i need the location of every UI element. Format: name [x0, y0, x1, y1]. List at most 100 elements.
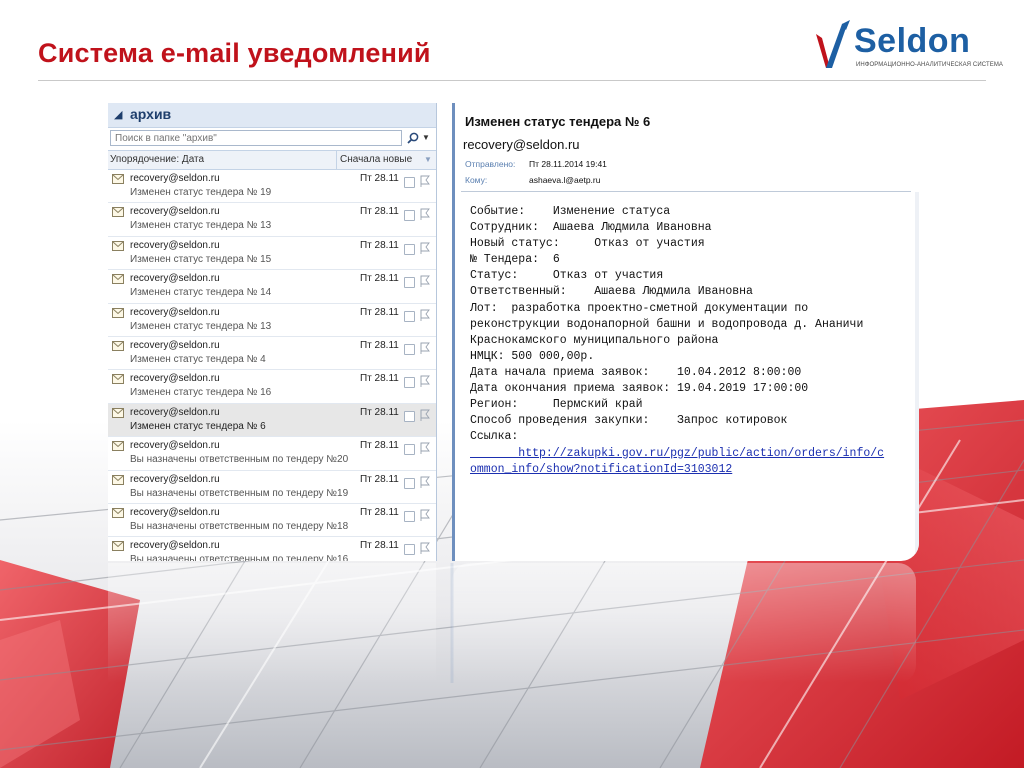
category-checkbox[interactable] — [404, 444, 415, 456]
category-checkbox[interactable] — [404, 243, 415, 255]
category-checkbox[interactable] — [404, 277, 415, 289]
category-checkbox[interactable] — [404, 510, 415, 522]
flag-icon[interactable] — [420, 175, 430, 187]
envelope-icon — [112, 374, 124, 385]
message-subject: Вы назначены ответственным по тендеру №1… — [130, 520, 349, 532]
flag-icon[interactable] — [420, 309, 430, 321]
logo-tagline: ИНФОРМАЦИОННО-АНАЛИТИЧЕСКАЯ СИСТЕМА — [856, 62, 1004, 68]
message-row[interactable]: recovery@seldon.ru Пт 28.11 Вы назначены о… — [108, 537, 436, 561]
envelope-icon — [112, 307, 124, 318]
flag-icon[interactable] — [420, 509, 430, 521]
message-row[interactable]: recovery@seldon.ru Пт 28.11 Изменен статус… — [108, 337, 436, 371]
message-row[interactable]: recovery@seldon.ru Пт 28.11 Изменен статус… — [108, 370, 436, 404]
flag-icon[interactable] — [420, 442, 430, 455]
category-checkbox[interactable] — [404, 343, 415, 355]
message-subject: Изменен статус тендера № 16 — [130, 387, 272, 399]
body-line: Ссылка: — [470, 430, 519, 444]
category-checkbox[interactable] — [404, 310, 415, 322]
flag-icon[interactable] — [420, 275, 430, 288]
screenshot-reflection — [108, 563, 916, 683]
flag-icon[interactable] — [420, 342, 430, 354]
to-value[interactable]: ashaeva.l@aetp.ru — [529, 175, 600, 185]
flag-icon[interactable] — [420, 409, 430, 421]
category-checkbox[interactable] — [404, 210, 415, 222]
body-line: Дата окончания приема заявок: 19.04.2019… — [470, 382, 809, 396]
message-date: Пт 28.11 — [360, 440, 399, 452]
message-date: Пт 28.11 — [360, 306, 399, 318]
logo-mark-icon — [816, 20, 850, 68]
body-line: Новый статус: Отказ от участия — [470, 237, 705, 251]
body-line: № Тендера: 6 — [470, 253, 560, 267]
flag-icon[interactable] — [420, 242, 430, 254]
message-date: Пт 28.11 — [360, 339, 399, 351]
message-sender: recovery@seldon.ru — [130, 506, 220, 518]
envelope-icon — [112, 441, 124, 452]
category-checkbox[interactable] — [404, 410, 415, 422]
message-sender: recovery@seldon.ru — [130, 273, 220, 285]
message-sender: recovery@seldon.ru — [130, 173, 220, 184]
message-sender: recovery@seldon.ru — [130, 440, 220, 452]
message-sender: recovery@seldon.ru — [130, 540, 220, 552]
category-checkbox[interactable] — [404, 377, 415, 389]
search-icon[interactable] — [406, 131, 420, 145]
sort-bar: Упорядочение: Дата Сначала новые ▼ — [108, 151, 436, 170]
body-line: Событие: Изменение статуса — [470, 205, 671, 218]
slide-title: Система e-mail уведомлений — [38, 38, 431, 68]
folder-collapse-icon[interactable]: ◢ — [114, 108, 122, 121]
sent-label: Отправлено: — [465, 159, 516, 169]
message-row[interactable]: recovery@seldon.ru Пт 28.11 Изменен статус… — [108, 203, 436, 237]
flag-icon[interactable] — [420, 476, 430, 488]
envelope-icon — [112, 274, 124, 285]
search-input[interactable] — [110, 130, 402, 146]
flag-icon[interactable] — [420, 375, 430, 388]
message-body: Событие: Изменение статуса Сотрудник: Аша… — [470, 204, 863, 445]
reflection-shape — [108, 563, 916, 683]
message-subject: Изменен статус тендера № 6 — [465, 114, 651, 129]
message-sender: recovery@seldon.ru — [130, 473, 220, 485]
body-line: НМЦК: 500 000,00р. — [470, 349, 595, 363]
message-date: Пт 28.11 — [360, 406, 399, 418]
message-subject: Изменен статус тендера № 4 — [130, 353, 266, 365]
reading-scrollbar[interactable] — [915, 192, 919, 561]
search-options-dropdown[interactable]: ▼ — [422, 133, 430, 142]
tender-link[interactable]: http://zakupki.gov.ru/pgz/public/action/… — [470, 446, 884, 462]
body-line: Статус: Отказ от участия — [470, 269, 664, 283]
message-row[interactable]: recovery@seldon.ru Пт 28.11 Вы назначены о… — [108, 471, 436, 504]
message-sender: recovery@seldon.ru — [130, 239, 220, 251]
body-line: Способ проведения закупки: Запрос котиро… — [470, 414, 788, 428]
message-row[interactable]: recovery@seldon.ru Пт 28.11 Изменен статус… — [108, 170, 436, 204]
seldon-logo: Seldon ИНФОРМАЦИОННО-АНАЛИТИЧЕСКАЯ СИСТЕ… — [812, 18, 1003, 76]
sort-by-button[interactable]: Упорядочение: Дата — [110, 154, 204, 165]
reading-pane: Изменен статус тендера № 6 recovery@seld… — [452, 103, 919, 561]
body-line: Сотрудник: Ашаева Людмила Ивановна — [470, 221, 712, 235]
to-label: Кому: — [465, 175, 488, 185]
envelope-icon — [112, 407, 124, 418]
body-line: Регион: Пермский край — [470, 398, 643, 412]
message-subject: Изменен статус тендера № 19 — [130, 187, 272, 198]
message-sender[interactable]: recovery@seldon.ru — [463, 137, 580, 152]
tender-link-continued[interactable]: ommon_info/show?notificationId=3103012 — [470, 462, 732, 478]
category-checkbox[interactable] — [404, 544, 415, 556]
message-row[interactable]: recovery@seldon.ru Пт 28.11 Изменен статус… — [108, 403, 436, 438]
message-row[interactable]: recovery@seldon.ru Пт 28.11 Вы назначены о… — [108, 437, 436, 471]
envelope-icon — [112, 541, 124, 552]
message-row[interactable]: recovery@seldon.ru Пт 28.11 Изменен статус… — [108, 304, 436, 337]
envelope-icon — [112, 240, 124, 251]
flag-icon[interactable] — [420, 542, 430, 555]
message-row[interactable]: recovery@seldon.ru Пт 28.11 Изменен статус… — [108, 237, 436, 271]
category-checkbox[interactable] — [404, 477, 415, 489]
category-checkbox[interactable] — [404, 177, 415, 188]
message-row[interactable]: recovery@seldon.ru Пт 28.11 Изменен статус… — [108, 270, 436, 304]
message-subject: Изменен статус тендера № 13 — [130, 220, 272, 232]
sort-order-button[interactable]: Сначала новые — [340, 154, 412, 165]
message-list: recovery@seldon.ru Пт 28.11 Изменен статус… — [108, 170, 436, 561]
message-row[interactable]: recovery@seldon.ru Пт 28.11 Вы назначены о… — [108, 504, 436, 538]
flag-icon[interactable] — [420, 208, 430, 221]
message-subject: Вы назначены ответственным по тендеру №2… — [130, 454, 349, 466]
message-sender: recovery@seldon.ru — [130, 206, 220, 218]
message-date: Пт 28.11 — [360, 473, 399, 485]
mail-list-pane: ◢ архив ▼ Упорядочение: Дата Сначала нов… — [108, 103, 437, 561]
body-line: Дата начала приема заявок: 10.04.2012 8:… — [470, 365, 802, 379]
envelope-icon — [112, 340, 124, 351]
sort-order-arrow-icon[interactable]: ▼ — [424, 155, 432, 164]
